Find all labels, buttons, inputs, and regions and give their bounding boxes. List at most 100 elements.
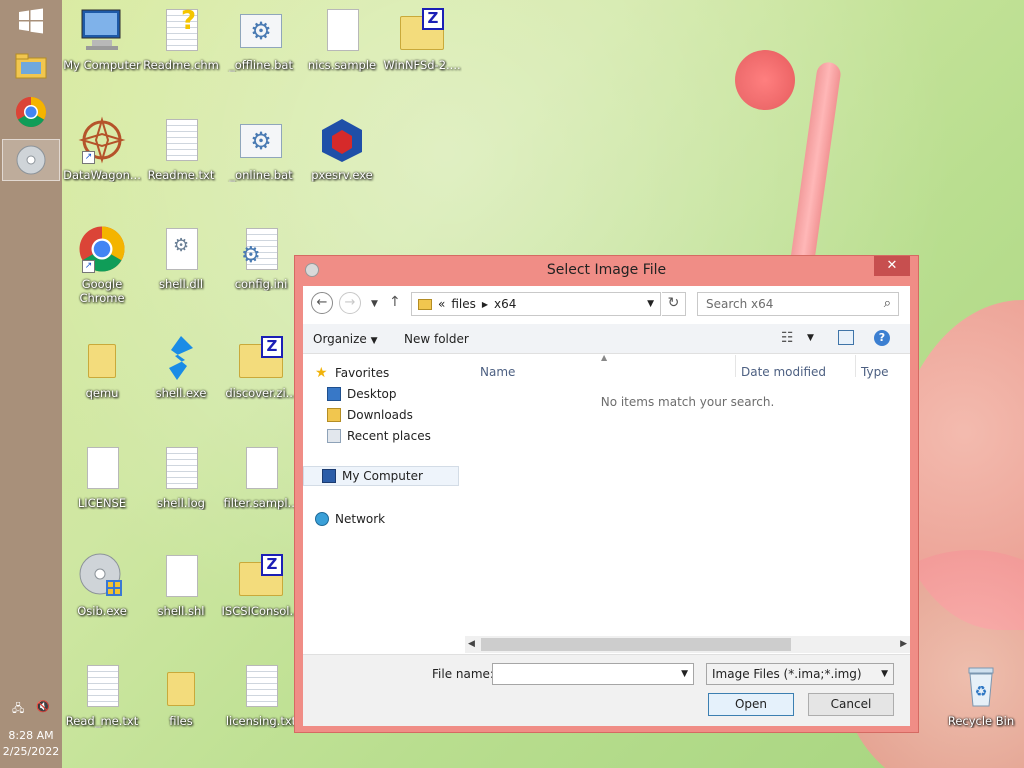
desktop-icon-config-ini[interactable]: ⚙ config.ini	[221, 225, 301, 291]
clock-date[interactable]: 2/25/2022	[0, 745, 62, 758]
desktop-icon-label: shell.shl	[157, 604, 205, 618]
desktop-icon-offline-bat[interactable]: ⚙ _offline.bat	[221, 6, 301, 72]
desktop-icon-label: Osib.exe	[77, 604, 127, 618]
open-button[interactable]: Open	[708, 693, 794, 716]
file-list[interactable]: Name ▲ Date modified Type No items match…	[465, 353, 910, 635]
column-header-type[interactable]: Type	[861, 365, 889, 379]
dialog-titlebar[interactable]: Select Image File ✕	[295, 256, 918, 286]
clock-time[interactable]: 8:28 AM	[0, 729, 62, 742]
desktop-icon-recycle-bin[interactable]: ♻ Recycle Bin	[941, 662, 1021, 728]
new-folder-button[interactable]: New folder	[404, 332, 469, 346]
desktop-icon-shell-dll[interactable]: ⚙ shell.dll	[141, 225, 221, 291]
system-tray: 🖧 🔇 8:28 AM 2/25/2022	[0, 700, 62, 758]
scroll-left-icon[interactable]: ◀	[468, 639, 475, 649]
desktop-icon-online-bat[interactable]: ⚙ _online.bat	[221, 116, 301, 182]
recent-places-icon	[327, 429, 341, 443]
column-header-name[interactable]: Name	[480, 365, 515, 379]
nav-network[interactable]: Network	[315, 509, 471, 529]
horizontal-scrollbar[interactable]: ◀ ▶	[465, 636, 910, 653]
desktop-icon-iscsiconsole[interactable]: Z ISCSIConsol...	[221, 552, 301, 618]
desktop-icon-my-computer[interactable]: My Computer	[62, 6, 142, 72]
breadcrumb-files[interactable]: files	[451, 297, 476, 311]
column-separator[interactable]	[735, 355, 736, 377]
back-button[interactable]: ←	[311, 292, 333, 314]
desktop-icon-discover-zip[interactable]: Z discover.zi...	[221, 334, 301, 400]
file-name-dropdown-icon[interactable]: ▼	[681, 669, 688, 679]
desktop-icon-winnfsd[interactable]: Z WinNFSd-2....	[382, 6, 462, 72]
desktop-icon-google-chrome[interactable]: ↗ Google Chrome	[62, 225, 142, 305]
desktop-icon-readme-chm[interactable]: ? Readme.chm	[141, 6, 221, 72]
desktop-icon-nics-sample[interactable]: nics.sample	[302, 6, 382, 72]
desktop-icon-label: WinNFSd-2....	[383, 58, 461, 72]
forward-button[interactable]: →	[339, 292, 361, 314]
refresh-button[interactable]: ↻	[662, 292, 686, 316]
desktop-icon-filter-sample[interactable]: filter.sampl...	[221, 444, 301, 510]
nav-my-computer[interactable]: My Computer	[303, 466, 459, 486]
batch-file-icon: ⚙	[240, 124, 282, 158]
desktop-icon-label: shell.log	[157, 496, 205, 510]
breadcrumb-x64[interactable]: x64	[494, 297, 516, 311]
file-explorer-taskbar-button[interactable]	[2, 44, 60, 86]
view-chevron-icon[interactable]: ▼	[807, 333, 814, 343]
desktop-icon-files[interactable]: files	[141, 662, 221, 728]
nav-favorites[interactable]: ★ Favorites	[315, 363, 471, 383]
nav-downloads[interactable]: Downloads	[327, 405, 483, 425]
folder-icon	[167, 672, 195, 706]
desktop-icon-datawagon[interactable]: ↗ DataWagon...	[62, 116, 142, 182]
scrollbar-thumb[interactable]	[481, 638, 791, 651]
column-header-date-modified[interactable]: Date modified	[741, 365, 826, 379]
scroll-right-icon[interactable]: ▶	[900, 639, 907, 649]
empty-state-message: No items match your search.	[600, 395, 775, 409]
nav-recent-places[interactable]: Recent places	[327, 426, 483, 446]
organize-menu-button[interactable]: Organize ▼	[313, 332, 378, 346]
desktop-icon-shell-exe[interactable]: shell.exe	[141, 334, 221, 400]
desktop-icon-readme-txt[interactable]: Readme.txt	[141, 116, 221, 182]
desktop-icon-qemu[interactable]: qemu	[62, 334, 142, 400]
desktop-icon-licensing-txt[interactable]: licensing.txt	[221, 662, 301, 728]
recent-locations-chevron-icon[interactable]: ▼	[371, 299, 378, 309]
cancel-button[interactable]: Cancel	[808, 693, 894, 716]
desktop-icon-osib[interactable]: Osib.exe	[62, 552, 142, 618]
refresh-icon: ↻	[667, 295, 680, 311]
help-icon[interactable]: ?	[874, 330, 890, 346]
desktop-icon-pxesrv[interactable]: pxesrv.exe	[302, 116, 382, 182]
desktop-icon-shell-shl[interactable]: shell.shl	[141, 552, 221, 618]
breadcrumb-separator-icon[interactable]: ▶	[482, 300, 488, 309]
dialog-footer: File name: ▼ Image Files (*.ima;*.img) ▼…	[303, 654, 910, 726]
desktop-icon-label: nics.sample	[307, 58, 377, 72]
folder-icon	[418, 298, 432, 310]
address-dropdown-icon[interactable]: ▼	[647, 299, 654, 309]
address-bar[interactable]: « files ▶ x64 ▼	[411, 292, 661, 316]
desktop-icon-license[interactable]: LICENSE	[62, 444, 142, 510]
desktop-icon-read-me-txt[interactable]: Read_me.txt	[62, 662, 142, 728]
network-tray-icon[interactable]: 🖧	[12, 700, 24, 719]
disc-setup-icon	[79, 553, 122, 596]
desktop-icon-label: shell.exe	[155, 386, 207, 400]
navigation-bar: ← → ▼ ↑ « files ▶ x64 ▼ ↻ Search x64 ⌕	[303, 286, 910, 324]
search-input[interactable]: Search x64 ⌕	[697, 292, 899, 316]
view-options-icon[interactable]: ☷	[781, 330, 794, 346]
volume-muted-icon[interactable]: 🔇	[36, 700, 50, 719]
desktop-icon-label: pxesrv.exe	[311, 168, 373, 182]
file-name-label: File name:	[432, 667, 494, 681]
chrome-taskbar-button[interactable]	[2, 91, 60, 133]
close-button[interactable]: ✕	[874, 256, 910, 276]
desktop-icon-shell-log[interactable]: shell.log	[141, 444, 221, 510]
dialog-body: ← → ▼ ↑ « files ▶ x64 ▼ ↻ Search x64 ⌕ O…	[303, 286, 910, 726]
up-button[interactable]: ↑	[389, 294, 401, 310]
gear-icon: ⚙	[173, 235, 190, 256]
file-explorer-icon	[15, 53, 47, 79]
desktop-icon-label: My Computer	[63, 58, 141, 72]
nav-desktop[interactable]: Desktop	[327, 384, 483, 404]
preview-pane-icon[interactable]	[838, 330, 854, 345]
shortcut-arrow-icon: ↗	[82, 151, 95, 164]
computer-icon	[322, 469, 336, 483]
file-type-filter-select[interactable]: Image Files (*.ima;*.img) ▼	[706, 663, 894, 685]
file-name-input[interactable]: ▼	[492, 663, 694, 685]
desktop-icon-label: config.ini	[234, 277, 288, 291]
column-separator[interactable]	[855, 355, 856, 377]
star-icon: ★	[315, 365, 328, 381]
start-button[interactable]	[2, 0, 60, 42]
disc-app-taskbar-button[interactable]	[2, 139, 60, 181]
breadcrumb-overflow[interactable]: «	[438, 297, 445, 311]
